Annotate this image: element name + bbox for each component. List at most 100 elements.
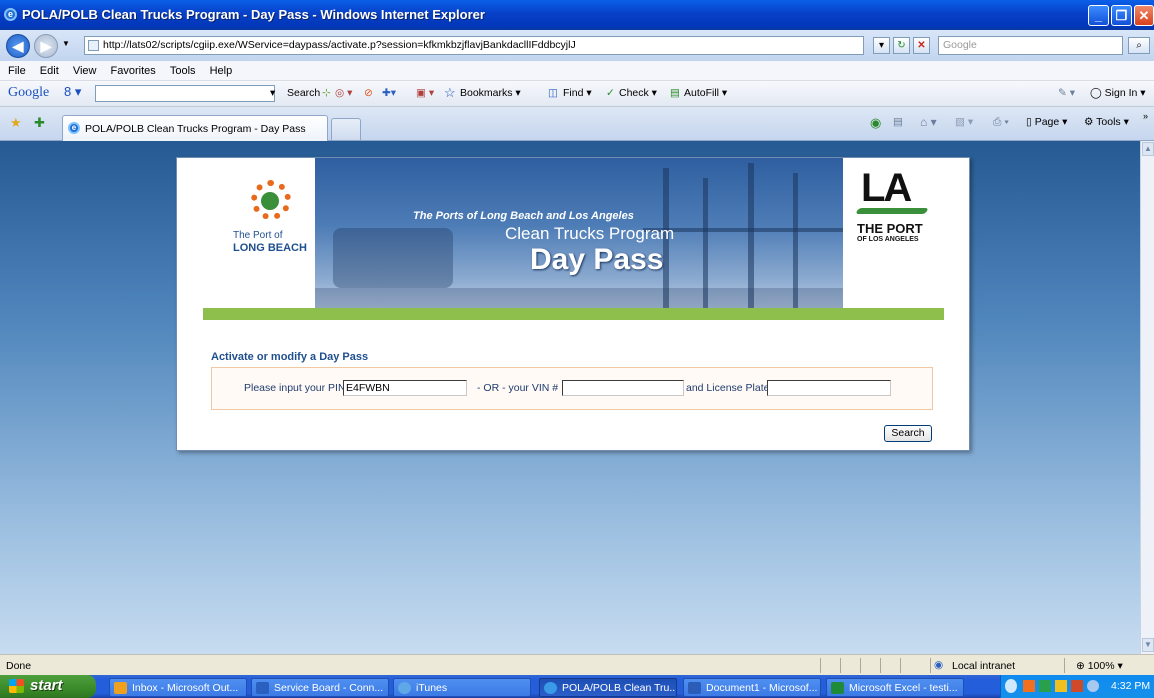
pin-input[interactable]: E4FWBN bbox=[343, 380, 467, 396]
vertical-scrollbar[interactable]: ▲ ▼ bbox=[1140, 141, 1154, 654]
check-button[interactable]: Check ▾ bbox=[619, 87, 657, 99]
search-button[interactable]: Search bbox=[884, 425, 932, 442]
google-search-input[interactable] bbox=[95, 85, 275, 102]
port-of-los-angeles-logo: LA THE PORT OF LOS ANGELES bbox=[843, 158, 944, 308]
google-account-dropdown[interactable]: 8 ▾ bbox=[64, 84, 81, 100]
scroll-down-icon[interactable]: ▼ bbox=[1142, 638, 1154, 652]
taskbar-item-excel[interactable]: Microsoft Excel - testi... bbox=[826, 678, 964, 697]
word-icon bbox=[688, 682, 701, 694]
news-icon[interactable]: ◎ ▾ bbox=[335, 87, 352, 99]
popup-blocker-icon[interactable]: ▣ ▾ bbox=[416, 87, 434, 99]
tray-app-icon[interactable] bbox=[1023, 680, 1035, 692]
address-dropdown-icon[interactable]: ▾ bbox=[873, 37, 890, 54]
banner-tagline: The Ports of Long Beach and Los Angeles bbox=[413, 210, 634, 222]
minimize-button[interactable]: _ bbox=[1088, 5, 1109, 26]
google-toolbar: Google 8 ▾ ▾ Search ⊹ ◎ ▾ ⊘ ✚▾ ▣ ▾ ☆ Boo… bbox=[0, 81, 1154, 107]
spell-icon[interactable]: ⊘ bbox=[364, 87, 373, 99]
menu-favorites[interactable]: Favorites bbox=[111, 61, 156, 77]
la-line1: THE PORT bbox=[857, 221, 923, 236]
tray-volume-icon[interactable] bbox=[1071, 680, 1083, 692]
pin-label: Please input your PIN # bbox=[244, 382, 355, 394]
system-tray: 4:32 PM bbox=[1000, 675, 1154, 698]
port-of-long-beach-logo: The Port of LONG BEACH bbox=[203, 158, 315, 308]
status-bar: Done ◉ Local intranet ⊕ 100% ▾ bbox=[0, 654, 1154, 675]
address-bar[interactable]: http://lats02/scripts/cgiip.exe/WService… bbox=[84, 36, 864, 55]
plate-label: and License Plate bbox=[686, 382, 770, 394]
google-search-dropdown-icon[interactable]: ▾ bbox=[270, 87, 275, 99]
address-toolbar: ◀ ▶ ▼ http://lats02/scripts/cgiip.exe/WS… bbox=[0, 30, 1154, 61]
google-search-button[interactable]: Search bbox=[287, 87, 320, 99]
vin-input[interactable] bbox=[562, 380, 684, 396]
signin-button[interactable]: ◯ Sign In ▾ bbox=[1090, 87, 1146, 99]
day-pass-card: The Port of LONG BEACH The Ports of Long… bbox=[176, 157, 970, 451]
close-button[interactable]: ✕ bbox=[1134, 5, 1154, 26]
menu-view[interactable]: View bbox=[73, 61, 97, 77]
taskbar-item-ie[interactable]: POLA/POLB Clean Tru... bbox=[539, 678, 677, 697]
print-icon[interactable]: ⎙ ▾ bbox=[993, 116, 1009, 129]
plus-icon[interactable]: ✚▾ bbox=[382, 87, 396, 99]
start-button[interactable]: start bbox=[0, 675, 96, 698]
tab-label: POLA/POLB Clean Trucks Program - Day Pas… bbox=[85, 123, 306, 135]
polb-line2: LONG BEACH bbox=[233, 242, 307, 254]
wrench-icon[interactable]: ✎ ▾ bbox=[1058, 87, 1075, 99]
menu-file[interactable]: File bbox=[8, 61, 26, 77]
feeds-icon[interactable]: ▧ ▾ bbox=[955, 116, 973, 128]
security-zone: Local intranet bbox=[952, 660, 1016, 672]
forward-button[interactable]: ▶ bbox=[34, 34, 58, 58]
menu-edit[interactable]: Edit bbox=[40, 61, 59, 77]
la-line2: OF LOS ANGELES bbox=[857, 236, 919, 243]
tab-day-pass[interactable]: e POLA/POLB Clean Trucks Program - Day P… bbox=[62, 115, 328, 141]
la-logo-letters: LA bbox=[861, 166, 912, 210]
menu-tools[interactable]: Tools bbox=[170, 61, 196, 77]
new-tab-button[interactable] bbox=[331, 118, 361, 140]
taskbar-item-service-board[interactable]: Service Board - Conn... bbox=[251, 678, 389, 697]
tray-shield-icon[interactable] bbox=[1039, 680, 1051, 692]
tray-collapse-icon[interactable] bbox=[1005, 679, 1017, 693]
outlook-icon bbox=[114, 682, 127, 694]
refresh-icon[interactable]: ↻ bbox=[893, 37, 910, 54]
tray-network-icon[interactable] bbox=[1055, 680, 1067, 692]
highlight-icon[interactable]: ⊹ bbox=[322, 87, 331, 99]
menu-help[interactable]: Help bbox=[210, 61, 233, 77]
clock: 4:32 PM bbox=[1111, 680, 1151, 692]
license-plate-input[interactable] bbox=[767, 380, 891, 396]
banner-daypass: Day Pass bbox=[530, 243, 664, 276]
favorites-star-icon[interactable]: ★ bbox=[10, 115, 22, 131]
window-titlebar: e POLA/POLB Clean Trucks Program - Day P… bbox=[0, 0, 1154, 30]
ie-icon: e bbox=[4, 8, 17, 21]
taskbar: start Inbox - Microsoft Out... Service B… bbox=[0, 675, 1154, 698]
chevron-more-icon[interactable]: » bbox=[1143, 111, 1148, 121]
scroll-up-icon[interactable]: ▲ bbox=[1142, 142, 1154, 156]
tools-menu-button[interactable]: ⚙ Tools ▾ bbox=[1084, 116, 1129, 128]
autofill-button[interactable]: AutoFill ▾ bbox=[684, 87, 727, 99]
program-banner: The Port of LONG BEACH The Ports of Long… bbox=[203, 158, 944, 308]
intranet-icon: ◉ bbox=[934, 659, 944, 671]
taskbar-item-outlook[interactable]: Inbox - Microsoft Out... bbox=[109, 678, 247, 697]
back-button[interactable]: ◀ bbox=[6, 34, 30, 58]
maximize-button[interactable]: ❐ bbox=[1111, 5, 1132, 26]
history-dropdown-icon[interactable]: ▼ bbox=[62, 39, 70, 48]
page-menu-button[interactable]: ▯ Page ▾ bbox=[1026, 116, 1067, 128]
ie-taskbar-icon bbox=[544, 682, 557, 694]
connectwise-icon bbox=[256, 682, 269, 694]
autofill-icon: ▤ bbox=[670, 87, 680, 99]
bookmark-star-icon[interactable]: ☆ bbox=[444, 85, 456, 101]
bookmarks-button[interactable]: Bookmarks ▾ bbox=[460, 87, 521, 99]
google-logo: Google bbox=[8, 85, 50, 100]
rss-icon[interactable]: ◉ bbox=[870, 115, 881, 131]
taskbar-item-word[interactable]: Document1 - Microsof... bbox=[683, 678, 821, 697]
read-mail-icon[interactable]: ▤ bbox=[893, 116, 903, 128]
status-text: Done bbox=[6, 660, 32, 672]
stop-icon[interactable]: ✕ bbox=[913, 37, 930, 54]
find-button[interactable]: Find ▾ bbox=[563, 87, 592, 99]
tray-clock-icon[interactable] bbox=[1087, 680, 1099, 692]
home-icon[interactable]: ⌂ ▾ bbox=[920, 115, 937, 129]
search-go-icon[interactable]: ⌕ bbox=[1128, 37, 1150, 54]
find-icon: ◫ bbox=[548, 87, 558, 99]
add-favorites-icon[interactable]: ✚ bbox=[34, 115, 45, 131]
search-input[interactable]: Google bbox=[938, 36, 1123, 55]
zoom-control[interactable]: ⊕ 100% ▾ bbox=[1076, 660, 1123, 672]
page-icon bbox=[88, 40, 99, 51]
taskbar-item-itunes[interactable]: iTunes bbox=[393, 678, 531, 697]
menu-bar: File Edit View Favorites Tools Help bbox=[0, 61, 1154, 81]
